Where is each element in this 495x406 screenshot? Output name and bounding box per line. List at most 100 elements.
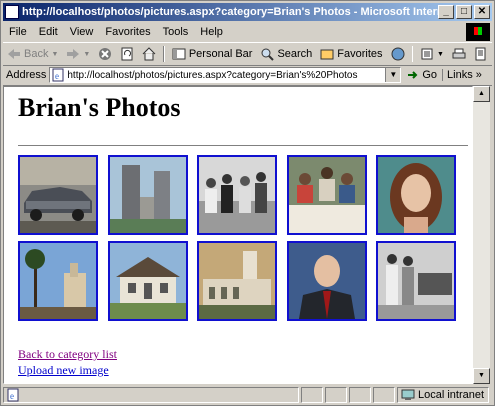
men-by-car-image [378, 243, 454, 319]
personal-bar-label: Personal Bar [188, 48, 253, 60]
status-bar: e Local intranet [3, 386, 492, 404]
links-button[interactable]: Links » [442, 69, 486, 81]
menu-tools[interactable]: Tools [157, 26, 195, 38]
print-button[interactable] [448, 47, 470, 61]
personal-bar-icon [172, 48, 186, 60]
status-text-pane: e [3, 387, 299, 403]
zone-pane: Local intranet [397, 387, 489, 403]
address-url: http://localhost/photos/pictures.aspx?ca… [67, 69, 358, 81]
status-pane [349, 387, 371, 403]
thumbnail-men-by-car[interactable] [376, 241, 456, 321]
menu-bar: File Edit View Favorites Tools Help [3, 23, 492, 41]
status-pane [301, 387, 323, 403]
vintage-car-image [20, 157, 96, 233]
thumbnail-family-dinner[interactable] [287, 155, 367, 235]
forward-button[interactable]: ▼ [62, 47, 94, 61]
history-icon [421, 48, 433, 60]
page-title: Brian's Photos [18, 93, 181, 122]
edit-button[interactable] [470, 47, 492, 61]
personal-bar-button[interactable]: Personal Bar [168, 47, 257, 61]
portrait-man-image [289, 243, 365, 319]
menu-help[interactable]: Help [194, 26, 229, 38]
horizontal-rule [18, 145, 468, 147]
historic-house-image [110, 243, 186, 319]
edit-page-icon [475, 47, 486, 61]
search-button[interactable]: Search [256, 47, 316, 61]
go-button[interactable]: Go [401, 68, 442, 82]
stop-button[interactable] [94, 47, 116, 61]
media-icon [391, 47, 405, 61]
minimize-button[interactable]: _ [438, 5, 454, 19]
refresh-icon [121, 47, 133, 61]
go-arrow-icon [408, 71, 418, 79]
standard-toolbar: Back ▼ ▼ Personal Bar Search Favorites ▼ [3, 42, 492, 66]
favorites-folder-icon [320, 49, 334, 60]
dropdown-arrow-icon[interactable]: ▼ [51, 51, 58, 58]
page-icon: e [52, 68, 64, 82]
toolbar-separator [163, 46, 165, 62]
browser-window: http://localhost/photos/pictures.aspx?ca… [0, 0, 495, 406]
menu-favorites[interactable]: Favorites [99, 26, 156, 38]
thumbnail-portrait-woman[interactable] [376, 155, 456, 235]
zone-label: Local intranet [418, 389, 485, 401]
portrait-woman-image [378, 157, 454, 233]
window-title: http://localhost/photos/pictures.aspx?ca… [22, 6, 438, 18]
dropdown-arrow-icon[interactable]: ▼ [437, 51, 444, 58]
vertical-scrollbar[interactable]: ▲ ▼ [473, 86, 490, 384]
address-label: Address [6, 69, 47, 81]
scroll-up-icon[interactable]: ▲ [473, 86, 490, 102]
menu-file[interactable]: File [3, 26, 33, 38]
scroll-down-icon[interactable]: ▼ [473, 368, 490, 384]
back-arrow-icon [8, 49, 20, 59]
menu-edit[interactable]: Edit [33, 26, 64, 38]
home-button[interactable] [138, 47, 160, 61]
address-bar: Address e http://localhost/photos/pictur… [3, 65, 492, 86]
svg-text:e: e [55, 71, 59, 81]
favorites-label: Favorites [337, 48, 383, 60]
title-bar: http://localhost/photos/pictures.aspx?ca… [3, 3, 492, 21]
status-pane [325, 387, 347, 403]
media-button[interactable] [387, 47, 409, 61]
page-content: Brian's Photos Back to category list Upl… [3, 86, 473, 384]
refresh-button[interactable] [116, 47, 138, 61]
back-label: Back [24, 48, 49, 60]
mission-church-image [199, 243, 275, 319]
thumbnail-mission-church[interactable] [197, 241, 277, 321]
thumbnail-historic-house[interactable] [108, 241, 188, 321]
mission-palm-trees-image [20, 243, 96, 319]
thumbnail-mission-palm-trees[interactable] [18, 241, 98, 321]
menu-view[interactable]: View [64, 26, 100, 38]
printer-icon [452, 48, 466, 59]
links-label: Links [447, 69, 473, 81]
stop-icon [99, 48, 112, 60]
forward-arrow-icon [67, 49, 80, 59]
search-label: Search [277, 48, 313, 60]
close-button[interactable]: ✕ [474, 5, 490, 19]
windows-logo-icon [466, 23, 490, 41]
intranet-icon [401, 389, 415, 400]
upload-new-image-link[interactable]: Upload new image [18, 363, 109, 378]
toolbar-separator [411, 46, 414, 62]
thumbnail-vintage-car[interactable] [18, 155, 98, 235]
city-towers-image [110, 157, 186, 233]
ie-page-icon [5, 5, 19, 19]
favorites-button[interactable]: Favorites [316, 47, 386, 61]
back-to-category-link[interactable]: Back to category list [18, 347, 117, 362]
history-button[interactable]: ▼ [416, 47, 448, 61]
back-button[interactable]: Back ▼ [3, 47, 62, 61]
address-dropdown-icon[interactable]: ▼ [385, 68, 401, 82]
thumbnail-portrait-man[interactable] [287, 241, 367, 321]
dropdown-arrow-icon[interactable]: ▼ [83, 51, 90, 58]
svg-text:e: e [10, 391, 14, 401]
chevron-right-icon: » [475, 69, 482, 81]
home-icon [142, 47, 156, 61]
search-icon [261, 48, 275, 61]
thumbnail-group-photo[interactable] [197, 155, 277, 235]
status-pane [373, 387, 395, 403]
maximize-button[interactable]: □ [456, 5, 472, 19]
family-dinner-image [289, 157, 365, 233]
page-done-icon: e [7, 388, 19, 402]
address-input[interactable]: e http://localhost/photos/pictures.aspx?… [49, 67, 402, 83]
go-label: Go [422, 69, 438, 81]
thumbnail-city-towers[interactable] [108, 155, 188, 235]
